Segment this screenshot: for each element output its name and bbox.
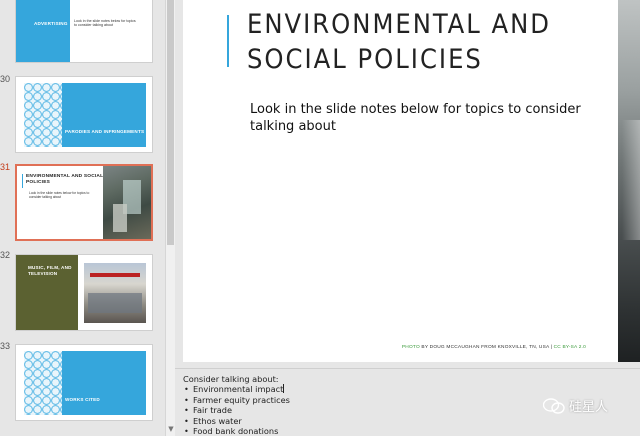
thumbnail-accent-line: [22, 174, 23, 188]
slide-thumbnail-environmental[interactable]: ENVIRONMENTAL AND SOCIAL POLICIES Look i…: [15, 164, 153, 241]
thumbnail-title: ENVIRONMENTAL AND SOCIAL POLICIES: [26, 174, 104, 185]
notes-item: Food bank donations: [183, 426, 290, 436]
photo-credit-link[interactable]: PHOTO: [402, 345, 420, 350]
slide-photo: [618, 0, 640, 362]
thumbnail-accent-block: [62, 351, 146, 415]
slide-thumbnail-pane[interactable]: ADVERTISING Look in the slide notes belo…: [0, 0, 165, 436]
slide-thumbnail-works-cited[interactable]: WORKS CITED: [15, 344, 153, 421]
scrollbar-thumb[interactable]: [167, 0, 174, 245]
thumbnail-title: PARODIES AND INFRINGEMENTS: [65, 129, 145, 134]
notes-item: Farmer equity practices: [183, 395, 290, 406]
notes-item: Ethos water: [183, 416, 290, 427]
thumbnail-title: MUSIC, FILM, AND TELEVISION: [28, 265, 72, 276]
notes-intro: Consider talking about:: [183, 374, 279, 384]
slide-thumbnail-music[interactable]: MUSIC, FILM, AND TELEVISION: [15, 254, 153, 331]
slide-number: 31: [0, 162, 11, 172]
chat-bubble-icon: [542, 397, 565, 414]
slide-number: 30: [0, 74, 11, 84]
thumbnail-title: WORKS CITED: [65, 397, 100, 402]
thumbnail-accent-block: [16, 0, 70, 62]
thumbnail-photo: [84, 263, 146, 323]
photo-credit: PHOTO BY DOUG MCCAUGHAN FROM KNOXVILLE, …: [402, 345, 586, 350]
notes-item: Environmental impact: [183, 384, 290, 395]
thumbnail-photo: [103, 166, 151, 239]
title-accent-line: [227, 15, 229, 67]
slide-body-text[interactable]: Look in the slide notes below for topics…: [250, 101, 590, 135]
text-cursor: [283, 384, 285, 394]
watermark-text: 硅星人: [569, 400, 609, 415]
slide-title[interactable]: ENVIRONMENTAL AND SOCIAL POLICIES: [247, 7, 607, 77]
thumbnail-pattern: [24, 351, 62, 415]
photo-credit-text: BY DOUG MCCAUGHAN FROM KNOXVILLE, TN, US…: [419, 345, 554, 350]
thumbnail-body: Look in the slide notes below for topics…: [29, 191, 90, 199]
thumbnail-pattern: [24, 83, 62, 147]
slide-number: 32: [0, 250, 11, 260]
notes-text[interactable]: Consider talking about: Environmental im…: [183, 374, 290, 436]
notes-item: Fair trade: [183, 405, 290, 416]
watermark: 硅星人: [542, 396, 609, 415]
thumbnail-title: ADVERTISING: [34, 21, 68, 26]
thumbnail-scrollbar[interactable]: ▼: [165, 0, 175, 436]
slide-thumbnail-advertising[interactable]: ADVERTISING Look in the slide notes belo…: [15, 0, 153, 63]
license-link[interactable]: CC BY-SA 2.0: [554, 345, 586, 350]
slide-thumbnail-parodies[interactable]: PARODIES AND INFRINGEMENTS: [15, 76, 153, 153]
presentation-editor: ADVERTISING Look in the slide notes belo…: [0, 0, 640, 436]
slide-number: 33: [0, 341, 11, 351]
slide-canvas[interactable]: ENVIRONMENTAL AND SOCIAL POLICIES Look i…: [183, 0, 618, 362]
thumbnail-accent-block: [62, 83, 146, 147]
thumbnail-body: Look in the slide notes below for topics…: [74, 19, 136, 28]
